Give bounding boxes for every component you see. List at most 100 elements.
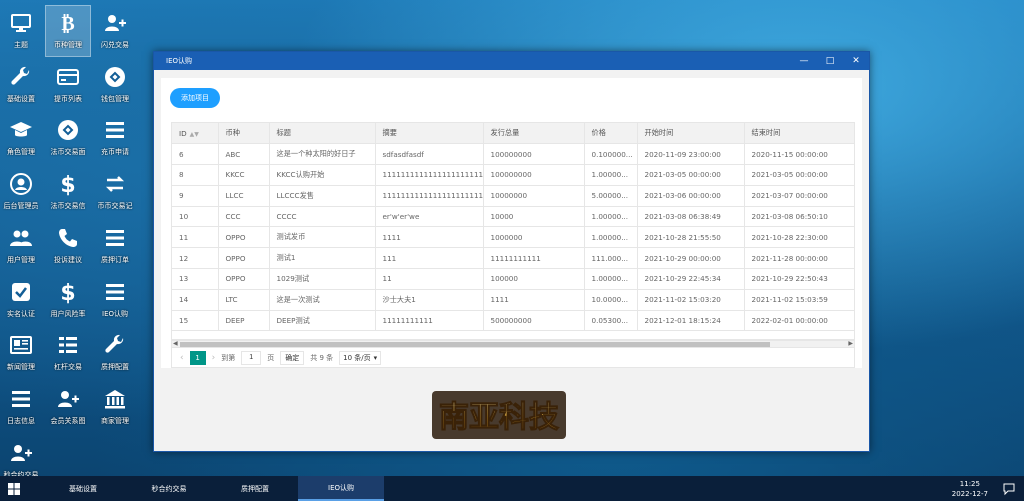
desktop-icon-label: 用户风险率 (50, 309, 86, 318)
current-page[interactable]: 1 (189, 350, 206, 365)
table-cell: DEEP (218, 310, 270, 332)
desktop-icon[interactable]: 提币列表 (46, 60, 90, 110)
desktop-icon[interactable]: 钱包管理 (93, 60, 137, 110)
table-row[interactable]: 10 CCC CCCC er'w'er'we 10000 1.00000... 2021-0… (172, 206, 854, 228)
desktop-icon[interactable]: 后台管理员 (0, 167, 43, 217)
table-cell: 2020-11-15 00:00:00 (744, 143, 854, 166)
column-header[interactable]: 发行总量 (483, 123, 585, 145)
desktop-icon[interactable]: 币币交易记 (93, 167, 137, 217)
column-header-label: 价格 (591, 128, 606, 138)
add-project-button[interactable]: 添加项目 (170, 88, 220, 108)
column-header-label: 摘要 (382, 128, 397, 138)
taskbar-item[interactable]: 秒合约交易 (126, 476, 212, 501)
desktop-icon[interactable]: 法币交易面 (46, 113, 90, 163)
notification-icon[interactable] (1002, 482, 1016, 496)
table-cell: 6 (172, 143, 219, 166)
page-size-select[interactable]: 10 条/页 ▾ (339, 350, 382, 365)
table-cell: 13 (172, 268, 219, 290)
table-row[interactable]: 9 LLCC LLCCC发售 1111111111111111111111... 100… (172, 185, 854, 207)
desktop-icon[interactable]: 角色管理 (0, 113, 43, 163)
table-cell: 1111 (375, 226, 484, 249)
column-header[interactable]: 开始时间 (637, 123, 745, 145)
table-cell: CCCC (269, 206, 376, 228)
desktop-icon[interactable]: 日志信息 (0, 382, 43, 432)
scroll-left-icon[interactable]: ◀ (173, 340, 178, 347)
desktop-icon[interactable]: 用户管理 (0, 221, 43, 271)
scroll-right-icon[interactable]: ▶ (848, 340, 853, 347)
close-button[interactable]: ✕ (843, 52, 869, 70)
graduation-cap-icon (8, 117, 34, 143)
desktop-icon[interactable]: 充币申请 (93, 113, 137, 163)
users-icon (8, 225, 34, 251)
desktop-icon[interactable]: $ 用户风险率 (46, 275, 90, 325)
desktop-icon[interactable]: 基础设置 (0, 60, 43, 110)
table-cell: 9 (172, 185, 219, 207)
desktop-icon[interactable]: 实名认证 (0, 275, 43, 325)
table-row[interactable]: 8 KKCC KKCC认购开始 1111111111111111111111... 10… (172, 164, 854, 186)
goto-label: 到第 (221, 353, 236, 362)
desktop-icon[interactable]: IEO认购 (93, 275, 137, 325)
desktop-icon-label: 充币申请 (101, 148, 129, 157)
table-cell: KKCC (218, 164, 270, 186)
column-header[interactable]: 价格 (584, 123, 638, 145)
window-titlebar[interactable]: IEO认购 — □ ✕ (154, 52, 869, 70)
system-clock[interactable]: 11:25 2022-12-7 (952, 479, 988, 499)
goto-confirm-button[interactable]: 确定 (280, 350, 305, 365)
column-header[interactable]: ID ▲▼ (172, 123, 219, 145)
table-row[interactable]: 6 ABC 这是一个种太阳的好日子 sdfasdfasdf 100000000 0.100… (172, 143, 854, 166)
table-cell: 1.00000... (584, 268, 638, 290)
desktop-icon[interactable]: ₿ 币种管理 (45, 5, 91, 57)
sort-icon[interactable]: ▲▼ (190, 131, 199, 138)
taskbar-item[interactable]: 基础设置 (40, 476, 126, 501)
column-header[interactable]: 摘要 (375, 123, 484, 145)
desktop-icon[interactable]: 投诉建议 (46, 221, 90, 271)
desktop-icon[interactable]: 新闻管理 (0, 328, 43, 378)
desktop-icon[interactable]: 主题 (0, 6, 43, 56)
column-header[interactable]: 币种 (218, 123, 270, 145)
scrollbar-thumb[interactable] (180, 342, 770, 347)
desktop-icon[interactable]: 会员关系图 (46, 382, 90, 432)
taskbar-item[interactable]: IEO认购 (298, 476, 384, 501)
svg-text:₿: ₿ (61, 11, 74, 35)
desktop-icon-label: 投诉建议 (54, 255, 82, 264)
table-row[interactable]: 14 LTC 这是一次测试 沙士大夫1 1111 10.0000... 2021-11-02… (172, 289, 854, 311)
desktop-icon[interactable]: 商家管理 (93, 382, 137, 432)
desktop-icon[interactable]: 质押配置 (93, 328, 137, 378)
column-header-label: 标题 (276, 128, 291, 138)
start-button[interactable] (0, 476, 28, 501)
table-cell: 这是一个种太阳的好日子 (269, 143, 376, 166)
maximize-button[interactable]: □ (817, 52, 843, 70)
goto-page-input[interactable] (241, 350, 262, 365)
table-cell: DEEP测试 (269, 310, 376, 332)
table-cell: 5.00000... (584, 185, 638, 207)
prev-page-icon[interactable]: ‹ (180, 353, 184, 363)
column-header-label: 发行总量 (490, 128, 520, 138)
table-cell: 11111111111 (483, 247, 585, 270)
user-plus-icon (55, 386, 81, 412)
taskbar-item[interactable]: 质押配置 (212, 476, 298, 501)
desktop-icon-label: 实名认证 (7, 309, 35, 318)
table-cell: CCC (218, 206, 270, 228)
table-cell: LLCC (218, 185, 270, 207)
table-cell: 15 (172, 310, 219, 332)
table-cell: er'w'er'we (375, 206, 484, 228)
maximize-icon: □ (825, 56, 835, 66)
table-cell: 500000000 (483, 310, 585, 332)
table-row[interactable]: 13 OPPO 1029测试 11 100000 1.00000... 2021-10-29… (172, 268, 854, 290)
list-icon (8, 386, 34, 412)
horizontal-scrollbar[interactable]: ◀ ▶ (171, 340, 855, 348)
table-row[interactable]: 15 DEEP DEEP测试 11111111111 500000000 0.05300.… (172, 310, 854, 332)
column-header[interactable]: 标题 (269, 123, 376, 145)
desktop-icon[interactable]: 闪兑交易 (93, 6, 137, 56)
minimize-button[interactable]: — (791, 52, 817, 70)
desktop-icon-grid: 主题 ₿ 币种管理 闪兑交易基础设置 提币列表 钱包管理角色管理 法币交易面 充币申请后台管理… (0, 0, 150, 479)
table-cell: 测试1 (269, 247, 376, 270)
desktop-icon[interactable]: 杠杆交易 (46, 328, 90, 378)
next-page-icon[interactable]: › (212, 353, 216, 363)
table-row[interactable]: 11 OPPO 测试发币 1111 1000000 1.00000... 2021-10-2… (172, 226, 854, 249)
bank-icon (102, 386, 128, 412)
desktop-icon[interactable]: 质押订单 (93, 221, 137, 271)
table-row[interactable]: 12 OPPO 测试1 111 11111111111 111.000... 2021-10… (172, 247, 854, 270)
desktop-icon[interactable]: $ 法币交易信 (46, 167, 90, 217)
column-header[interactable]: 结束时间 (744, 123, 854, 145)
